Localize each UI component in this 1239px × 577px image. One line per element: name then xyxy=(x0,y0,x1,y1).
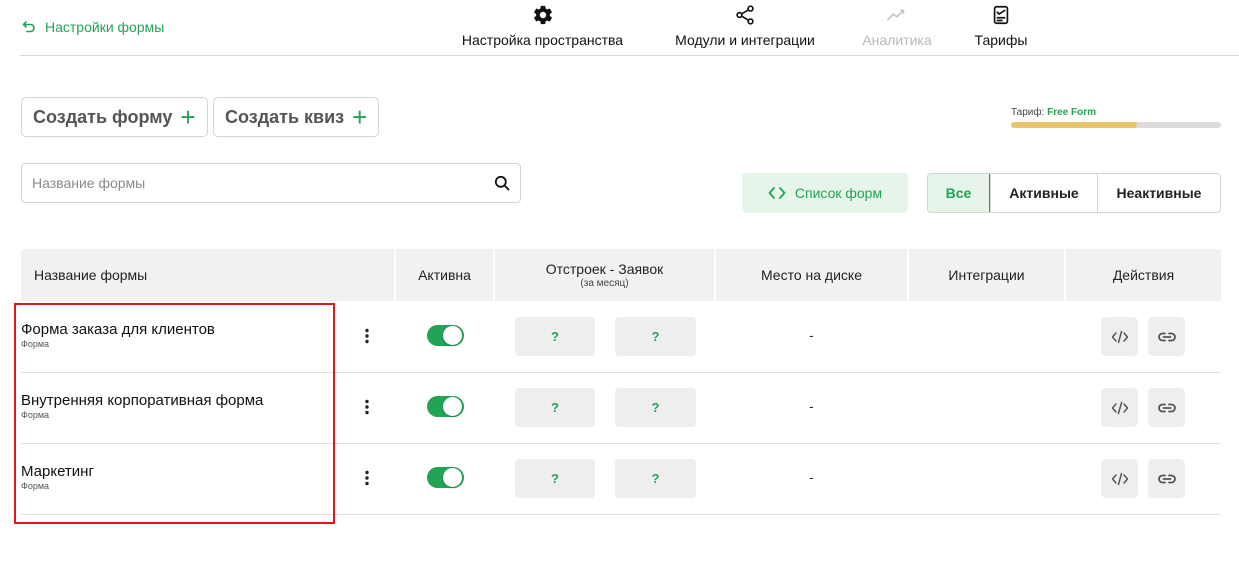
toggle-knob xyxy=(443,397,462,416)
embed-code-button[interactable] xyxy=(1101,317,1138,356)
search-box xyxy=(21,163,521,203)
code-icon xyxy=(1111,401,1128,414)
column-header-active: Активна xyxy=(396,249,493,301)
column-header-builds-requests: Отстроек - Заявок (за месяц) xyxy=(495,249,714,301)
disk-usage: - xyxy=(809,327,814,343)
disk-usage: - xyxy=(809,469,814,485)
link-icon xyxy=(1157,474,1176,483)
create-form-button[interactable]: Создать форму + xyxy=(21,97,208,137)
filter-active[interactable]: Активные xyxy=(990,174,1097,212)
embed-code-button[interactable] xyxy=(1101,388,1138,427)
code-brackets-icon xyxy=(768,187,786,199)
form-list-label: Список форм xyxy=(794,185,883,201)
requests-count: ? xyxy=(615,317,696,356)
create-quiz-label: Создать квиз xyxy=(225,106,345,127)
disk-usage: - xyxy=(809,398,814,414)
kebab-menu-icon[interactable] xyxy=(364,470,370,486)
tariff-progress-bar xyxy=(1011,122,1221,128)
filter-tabs: Все Активные Неактивные xyxy=(927,173,1221,213)
filter-inactive[interactable]: Неактивные xyxy=(1097,174,1220,212)
tariff-progress-fill xyxy=(1011,122,1137,128)
kebab-menu-icon[interactable] xyxy=(364,399,370,415)
nav-item-label: Настройка пространства xyxy=(461,32,624,48)
active-toggle[interactable] xyxy=(427,396,464,417)
active-toggle[interactable] xyxy=(427,467,464,488)
tariff-indicator: Тариф: Free Form xyxy=(1011,107,1221,128)
nav-item-label: Модули и интеграции xyxy=(675,32,815,48)
create-form-label: Создать форму xyxy=(33,106,173,127)
toggle-knob xyxy=(443,326,462,345)
top-nav: Настройка пространства Модули и интеграц… xyxy=(0,4,1239,54)
column-header-actions: Действия xyxy=(1066,249,1221,301)
link-icon xyxy=(1157,403,1176,412)
tariff-plan: Free Form xyxy=(1047,107,1097,118)
column-header-sub: (за месяц) xyxy=(580,278,629,289)
kebab-menu-icon[interactable] xyxy=(364,328,370,344)
nav-item-label: Тарифы xyxy=(974,32,1028,48)
share-icon xyxy=(736,5,754,25)
nav-item-tariffs[interactable]: Тарифы xyxy=(974,4,1028,48)
filter-all[interactable]: Все xyxy=(928,174,990,212)
plus-icon: + xyxy=(352,102,368,132)
create-quiz-button[interactable]: Создать квиз + xyxy=(213,97,380,137)
column-header-name: Название формы xyxy=(21,249,394,301)
builds-count: ? xyxy=(515,317,595,356)
copy-link-button[interactable] xyxy=(1148,317,1185,356)
code-icon xyxy=(1111,330,1128,343)
copy-link-button[interactable] xyxy=(1148,459,1185,498)
table-header: Название формы Активна Отстроек - Заявок… xyxy=(21,249,1221,301)
annotation-highlight-box xyxy=(14,303,335,524)
code-icon xyxy=(1111,472,1128,485)
nav-item-space-settings[interactable]: Настройка пространства xyxy=(455,4,630,48)
column-header-integrations: Интеграции xyxy=(909,249,1064,301)
requests-count: ? xyxy=(615,388,696,427)
header-divider xyxy=(20,55,1239,56)
link-icon xyxy=(1157,332,1176,341)
copy-link-button[interactable] xyxy=(1148,388,1185,427)
search-icon[interactable] xyxy=(494,175,510,191)
toggle-knob xyxy=(443,468,462,487)
tariff-label: Тариф: Free Form xyxy=(1011,107,1097,118)
nav-item-modules[interactable]: Модули и интеграции xyxy=(670,4,820,48)
column-header-disk: Место на диске xyxy=(716,249,907,301)
requests-count: ? xyxy=(615,459,696,498)
gear-icon xyxy=(533,5,552,25)
builds-count: ? xyxy=(515,388,595,427)
form-list-button[interactable]: Список форм xyxy=(742,173,908,213)
nav-item-label: Аналитика xyxy=(862,32,932,48)
nav-item-analytics: Аналитика xyxy=(860,4,934,48)
chart-line-icon xyxy=(887,9,905,21)
active-toggle[interactable] xyxy=(427,325,464,346)
plus-icon: + xyxy=(180,102,196,132)
builds-count: ? xyxy=(515,459,595,498)
embed-code-button[interactable] xyxy=(1101,459,1138,498)
search-input[interactable] xyxy=(22,164,482,202)
document-icon xyxy=(993,5,1009,25)
